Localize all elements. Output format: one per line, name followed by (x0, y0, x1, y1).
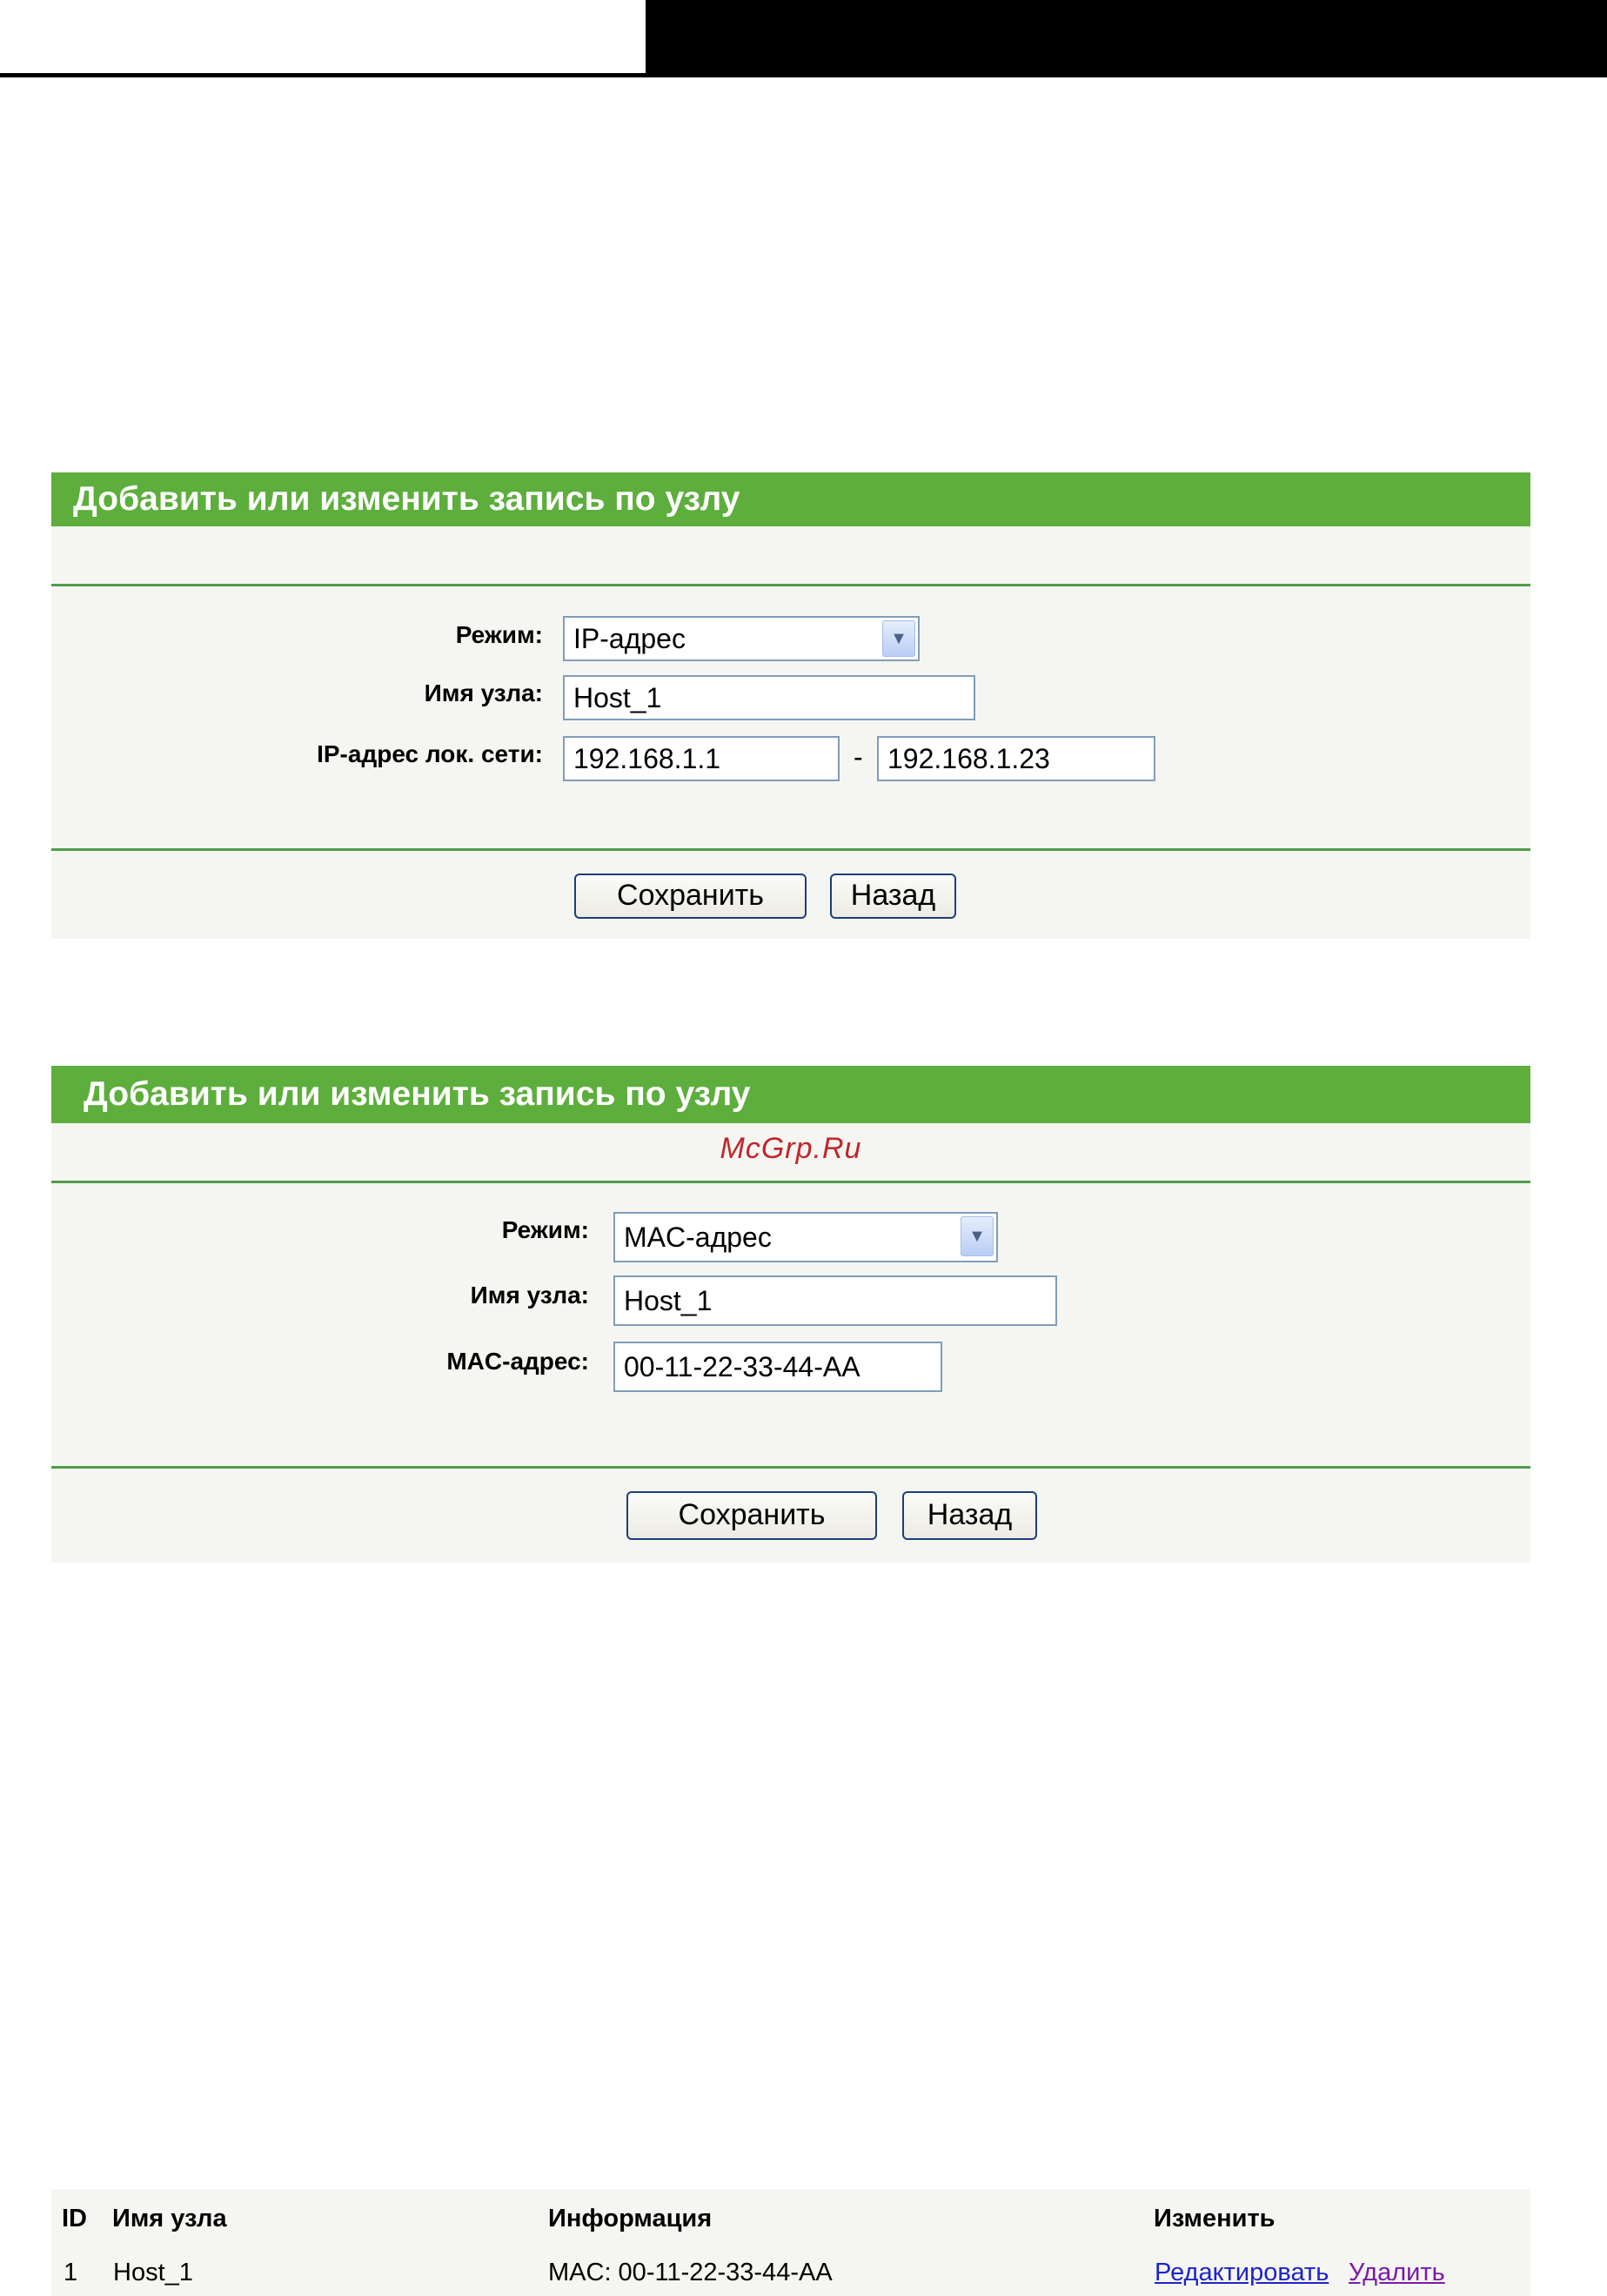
save-button[interactable]: Сохранить (626, 1491, 877, 1540)
mode-select-value: IP-адрес (573, 623, 686, 654)
lan-ip-label: IP-адрес лок. сети: (317, 740, 543, 767)
host-name-label: Имя узла: (424, 679, 543, 706)
panel-footer: Сохранить Назад (51, 851, 1530, 940)
host-entry-panel-ip: Добавить или изменить запись по узлу Реж… (51, 472, 1530, 939)
mode-select-value: MAC-адрес (624, 1222, 772, 1253)
panel-subheader (51, 526, 1530, 584)
mac-address-input[interactable]: 00-11-22-33-44-AA (613, 1342, 942, 1392)
host-name-input[interactable]: Host_1 (613, 1275, 1057, 1326)
back-button[interactable]: Назад (830, 874, 956, 919)
panel-body: Режим: MAC-адрес ▼ Имя узла: Host_1 MAC-… (51, 1183, 1530, 1466)
host-name-input[interactable]: Host_1 (563, 675, 975, 720)
header-bar (646, 0, 1607, 77)
panel-body: Режим: IP-адрес ▼ Имя узла: Host_1 IP-ад… (51, 586, 1530, 848)
row-host-name: Host_1 (113, 2259, 193, 2286)
panel-title: Добавить или изменить запись по узлу (51, 472, 1530, 526)
mode-label: Режим: (455, 621, 543, 648)
ip-range-separator: - (854, 741, 863, 773)
mode-label: Режим: (501, 1216, 589, 1243)
row-id: 1 (64, 2259, 78, 2286)
watermark: McGrp.Ru (720, 1132, 862, 1165)
edit-link[interactable]: Редактировать (1155, 2259, 1329, 2287)
host-entry-panel-mac: Добавить или изменить запись по узлу McG… (51, 1066, 1530, 1563)
column-header-host-name: Имя узла (112, 2205, 227, 2232)
delete-link[interactable]: Удалить (1349, 2259, 1445, 2287)
column-header-info: Информация (548, 2205, 713, 2232)
mac-address-label: MAC-адрес: (446, 1348, 589, 1375)
ip-start-input[interactable]: 192.168.1.1 (563, 736, 840, 781)
mode-select[interactable]: IP-адрес ▼ (563, 616, 920, 661)
column-header-modify: Изменить (1154, 2205, 1276, 2232)
ip-end-input[interactable]: 192.168.1.23 (877, 736, 1155, 781)
back-button[interactable]: Назад (902, 1491, 1037, 1540)
mode-select[interactable]: MAC-адрес ▼ (613, 1212, 998, 1262)
header-rule (0, 73, 646, 77)
host-name-label: Имя узла: (470, 1282, 589, 1309)
panel-title: Добавить или изменить запись по узлу (51, 1066, 1530, 1123)
panel-footer: Сохранить Назад (51, 1469, 1530, 1562)
chevron-down-icon[interactable]: ▼ (961, 1216, 994, 1256)
chevron-down-icon[interactable]: ▼ (882, 620, 915, 657)
row-info: MAC: 00-11-22-33-44-AA (548, 2259, 833, 2286)
column-header-id: ID (62, 2205, 87, 2232)
panel-subheader: McGrp.Ru (51, 1123, 1530, 1181)
save-button[interactable]: Сохранить (574, 874, 807, 919)
host-entries-table: ID Имя узла Информация Изменить 1 Host_1… (51, 2189, 1530, 2296)
